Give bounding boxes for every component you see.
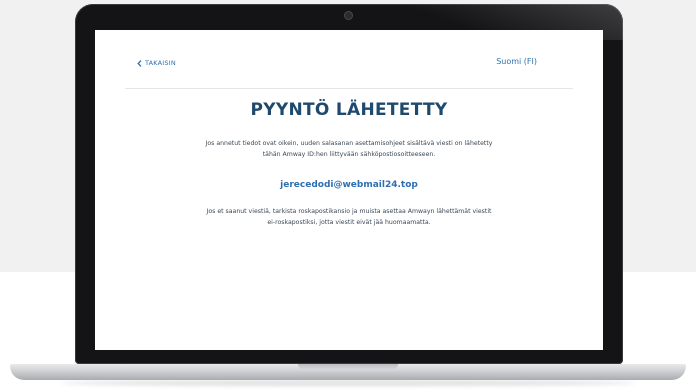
email-address: jerecedodi@webmail24.top [280, 180, 418, 190]
laptop-shadow [60, 380, 636, 386]
chevron-left-icon [137, 59, 142, 67]
back-link-label: TAKAISIN [145, 59, 176, 67]
laptop-base-notch [298, 364, 398, 370]
spam-notice: Jos et saanut viestiä, tarkista roskapos… [159, 206, 539, 228]
top-bar: TAKAISIN Suomi (FI) [125, 30, 573, 89]
language-selector[interactable]: Suomi (FI) [496, 57, 537, 66]
laptop-screen: TAKAISIN Suomi (FI) PYYNTÖ LÄHETETTY Jos… [95, 30, 603, 350]
spam-notice-line-2: ei-roskapostiksi, jotta viestit eivät jä… [267, 219, 431, 226]
confirmation-message-line-2: tähän Amway ID:hen liittyvään sähköposti… [262, 151, 436, 158]
confirmation-message-line-1: Jos annetut tiedot ovat oikein, uuden sa… [205, 140, 493, 147]
laptop-base [10, 364, 686, 380]
camera-icon [345, 12, 352, 19]
spam-notice-line-1: Jos et saanut viestiä, tarkista roskapos… [206, 208, 492, 215]
laptop-lid: TAKAISIN Suomi (FI) PYYNTÖ LÄHETETTY Jos… [75, 4, 623, 364]
back-link[interactable]: TAKAISIN [137, 59, 176, 67]
page-title: PYYNTÖ LÄHETETTY [250, 100, 448, 120]
confirmation-message: Jos annetut tiedot ovat oikein, uuden sa… [159, 138, 539, 160]
